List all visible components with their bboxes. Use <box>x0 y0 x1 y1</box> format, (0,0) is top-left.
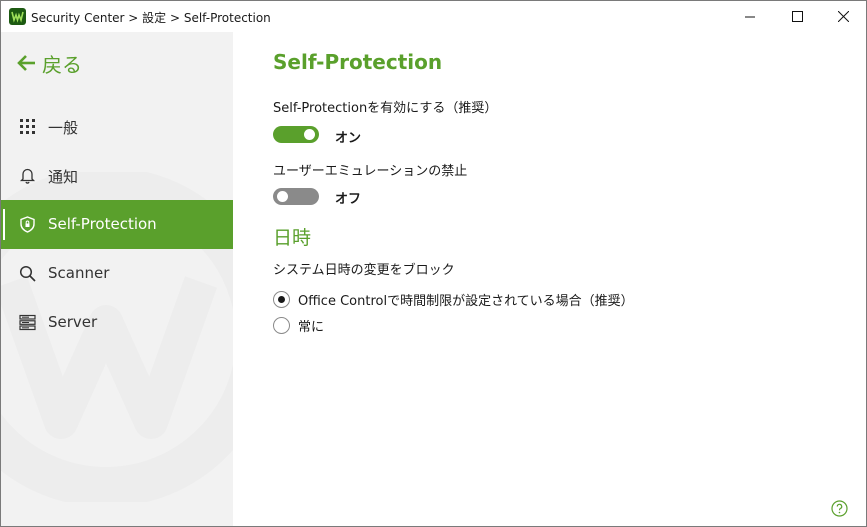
sidebar-item-notifications[interactable]: 通知 <box>1 151 233 200</box>
close-button[interactable] <box>820 1 866 32</box>
page-title: Self-Protection <box>273 50 443 74</box>
self-protection-setting-label: Self-Protectionを有効にする（推奨） <box>273 101 498 116</box>
main-panel: Self-Protection Self-Protectionを有効にする（推奨… <box>233 32 866 526</box>
search-icon <box>19 265 36 282</box>
radio-button-checked[interactable] <box>273 291 290 308</box>
app-window: Security Center > 設定 > Self-Protection 戻… <box>0 0 867 527</box>
toggle-knob <box>304 129 315 140</box>
sidebar-item-label: Scanner <box>48 264 110 282</box>
maximize-button[interactable] <box>774 1 820 32</box>
sidebar-item-label: Server <box>48 313 98 331</box>
sidebar-item-server[interactable]: Server <box>1 298 233 347</box>
toggle-knob <box>277 191 288 202</box>
sidebar-item-self-protection[interactable]: Self-Protection <box>1 200 233 249</box>
arrow-left-icon <box>17 55 35 71</box>
back-label: 戻る <box>42 52 82 77</box>
close-icon <box>837 11 849 22</box>
user-emulation-toggle-state: オフ <box>335 192 362 207</box>
minimize-icon <box>744 16 755 18</box>
grid-icon <box>20 119 35 134</box>
user-emulation-setting-label: ユーザーエミュレーションの禁止 <box>273 164 468 179</box>
datetime-section-heading: 日時 <box>273 227 312 249</box>
radio-button-unchecked[interactable] <box>273 317 290 334</box>
window-title: Security Center > 設定 > Self-Protection <box>31 11 271 25</box>
help-icon[interactable] <box>831 500 848 517</box>
title-bar: Security Center > 設定 > Self-Protection <box>1 1 866 32</box>
sidebar-item-general[interactable]: 一般 <box>1 102 233 151</box>
sidebar: 戻る 一般 通知 Self-Protection Scanner Server <box>1 32 233 526</box>
server-icon <box>19 314 36 331</box>
sidebar-item-label: 通知 <box>48 168 79 186</box>
bell-icon <box>19 168 36 184</box>
shield-icon <box>20 216 35 233</box>
radio-label: Office Controlで時間制限が設定されている場合（推奨） <box>298 294 634 309</box>
sidebar-item-scanner[interactable]: Scanner <box>1 249 233 298</box>
back-button[interactable]: 戻る <box>16 50 82 77</box>
radio-label: 常に <box>298 320 325 335</box>
self-protection-toggle-state: オン <box>335 131 362 146</box>
block-datetime-change-label: システム日時の変更をブロック <box>273 263 455 278</box>
radio-office-control[interactable]: Office Controlで時間制限が設定されている場合（推奨） <box>273 290 634 309</box>
sidebar-item-label: Self-Protection <box>48 215 157 233</box>
maximize-icon <box>791 11 803 22</box>
radio-always[interactable]: 常に <box>273 316 324 335</box>
app-logo-icon <box>9 8 26 25</box>
sidebar-item-label: 一般 <box>48 119 79 137</box>
user-emulation-toggle[interactable] <box>273 188 319 205</box>
minimize-button[interactable] <box>727 1 773 32</box>
self-protection-toggle[interactable] <box>273 126 319 143</box>
